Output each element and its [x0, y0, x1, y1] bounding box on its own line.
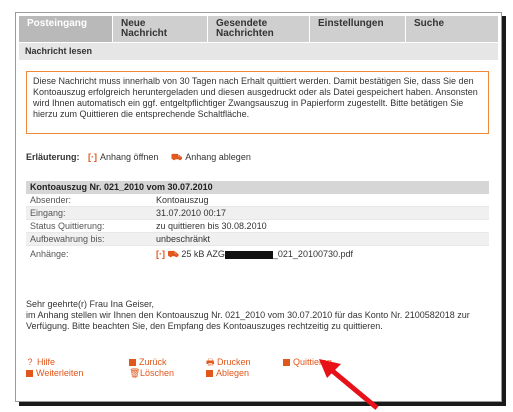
- detail-key: Absender:: [30, 195, 72, 205]
- tab-einstellungen[interactable]: Einstellungen: [309, 16, 405, 42]
- detail-key: Eingang:: [30, 208, 66, 218]
- arrow-icon: [129, 359, 136, 367]
- filename-suffix: _021_20100730.pdf: [272, 249, 353, 259]
- filename-prefix: AZG: [206, 249, 225, 259]
- file-button[interactable]: Ablegen: [206, 368, 249, 378]
- attachment-filename[interactable]: AZG _021_20100730.pdf: [206, 249, 353, 259]
- help-icon: ?: [27, 357, 33, 367]
- file-label: Ablegen: [216, 368, 250, 378]
- trash-icon: 🗑: [129, 368, 141, 378]
- legend-save-text: Anhang ablegen: [185, 152, 251, 162]
- print-button[interactable]: 🖶 Drucken: [206, 357, 251, 367]
- attachment-entry: [·] ⛟ 25 kB AZG _021_20100730.pdf: [156, 246, 353, 262]
- detail-row: Absender: Kontoauszug: [26, 194, 489, 207]
- arrow-icon: [26, 370, 33, 378]
- acknowledge-notice: Diese Nachricht muss innerhalb von 30 Ta…: [26, 71, 489, 134]
- attachment-size: 25 kB: [181, 249, 205, 259]
- legend-save: ⛟ Anhang ablegen: [171, 152, 251, 162]
- help-label: Hilfe: [37, 357, 56, 367]
- tab-posteingang[interactable]: Posteingang: [19, 16, 112, 42]
- detail-row: Eingang: 31.07.2010 00:17: [26, 207, 489, 220]
- mailbox-window: Posteingang Neue Nachricht Gesendete Nac…: [15, 12, 502, 402]
- detail-row: Status Quittierung: zu quittieren bis 30.…: [26, 220, 489, 233]
- message-details: Kontoauszug Nr. 021_2010 vom 30.07.2010 …: [26, 181, 489, 262]
- save-attachment-icon: ⛟: [170, 152, 183, 162]
- message-body: Sehr geehrte(r) Frau Ina Geiser, im Anha…: [26, 299, 486, 332]
- tab-gesendete-nachrichten[interactable]: Gesendete Nachrichten: [207, 16, 309, 42]
- section-title: Nachricht lesen: [19, 43, 498, 60]
- save-attachment-icon[interactable]: ⛟: [168, 249, 179, 259]
- greeting: Sehr geehrte(r) Frau Ina Geiser,: [26, 299, 155, 309]
- arrow-icon: [283, 359, 290, 367]
- delete-label: Löschen: [140, 368, 175, 378]
- attachments-label: Anhänge:: [30, 249, 69, 259]
- redaction-block: [224, 250, 273, 259]
- pointer-arrow: [319, 359, 379, 410]
- detail-row: Aufbewahrung bis: unbeschränkt: [26, 233, 489, 246]
- legend-open-text: Anhang öffnen: [100, 152, 159, 162]
- legend: Erläuterung: [·] Anhang öffnen ⛟ Anhang ab…: [26, 152, 261, 164]
- help-link[interactable]: ? Hilfe: [26, 357, 55, 367]
- printer-icon: 🖶: [206, 357, 215, 367]
- forward-button[interactable]: Weiterleiten: [26, 368, 83, 378]
- print-label: Drucken: [217, 357, 251, 367]
- tab-neue-nachricht[interactable]: Neue Nachricht: [112, 16, 207, 42]
- detail-value: unbeschränkt: [156, 234, 211, 244]
- detail-value: 31.07.2010 00:17: [156, 208, 227, 218]
- tab-label: Gesendete Nachrichten: [216, 18, 274, 39]
- back-label: Zurück: [139, 357, 167, 367]
- message-title: Kontoauszug Nr. 021_2010 vom 30.07.2010: [26, 181, 489, 194]
- detail-key: Status Quittierung:: [30, 221, 105, 231]
- forward-label: Weiterleiten: [36, 368, 84, 378]
- open-attachment-icon: [·]: [88, 152, 98, 162]
- tab-suche[interactable]: Suche: [405, 16, 498, 42]
- tab-label: Posteingang: [27, 18, 88, 29]
- tab-bar: Posteingang Neue Nachricht Gesendete Nac…: [19, 16, 498, 42]
- legend-label: Erläuterung:: [26, 152, 80, 162]
- detail-key: Aufbewahrung bis:: [30, 234, 105, 244]
- attachments-row: Anhänge: [·] ⛟ 25 kB AZG _021_20100730.pd…: [26, 246, 489, 262]
- delete-button[interactable]: 🗑Löschen: [129, 368, 174, 378]
- tab-label: Einstellungen: [318, 18, 384, 29]
- open-attachment-icon[interactable]: [·]: [156, 249, 165, 259]
- tab-label: Suche: [414, 18, 445, 29]
- body-paragraph: im Anhang stellen wir Ihnen den Kontoaus…: [26, 310, 470, 331]
- arrow-shaft: [327, 366, 379, 410]
- detail-value: zu quittieren bis 30.08.2010: [156, 221, 267, 231]
- legend-open: [·] Anhang öffnen: [88, 152, 158, 162]
- arrow-icon: [206, 370, 213, 378]
- detail-value: Kontoauszug: [156, 195, 209, 205]
- back-button[interactable]: Zurück: [129, 357, 167, 367]
- tab-label: Neue Nachricht: [121, 18, 168, 39]
